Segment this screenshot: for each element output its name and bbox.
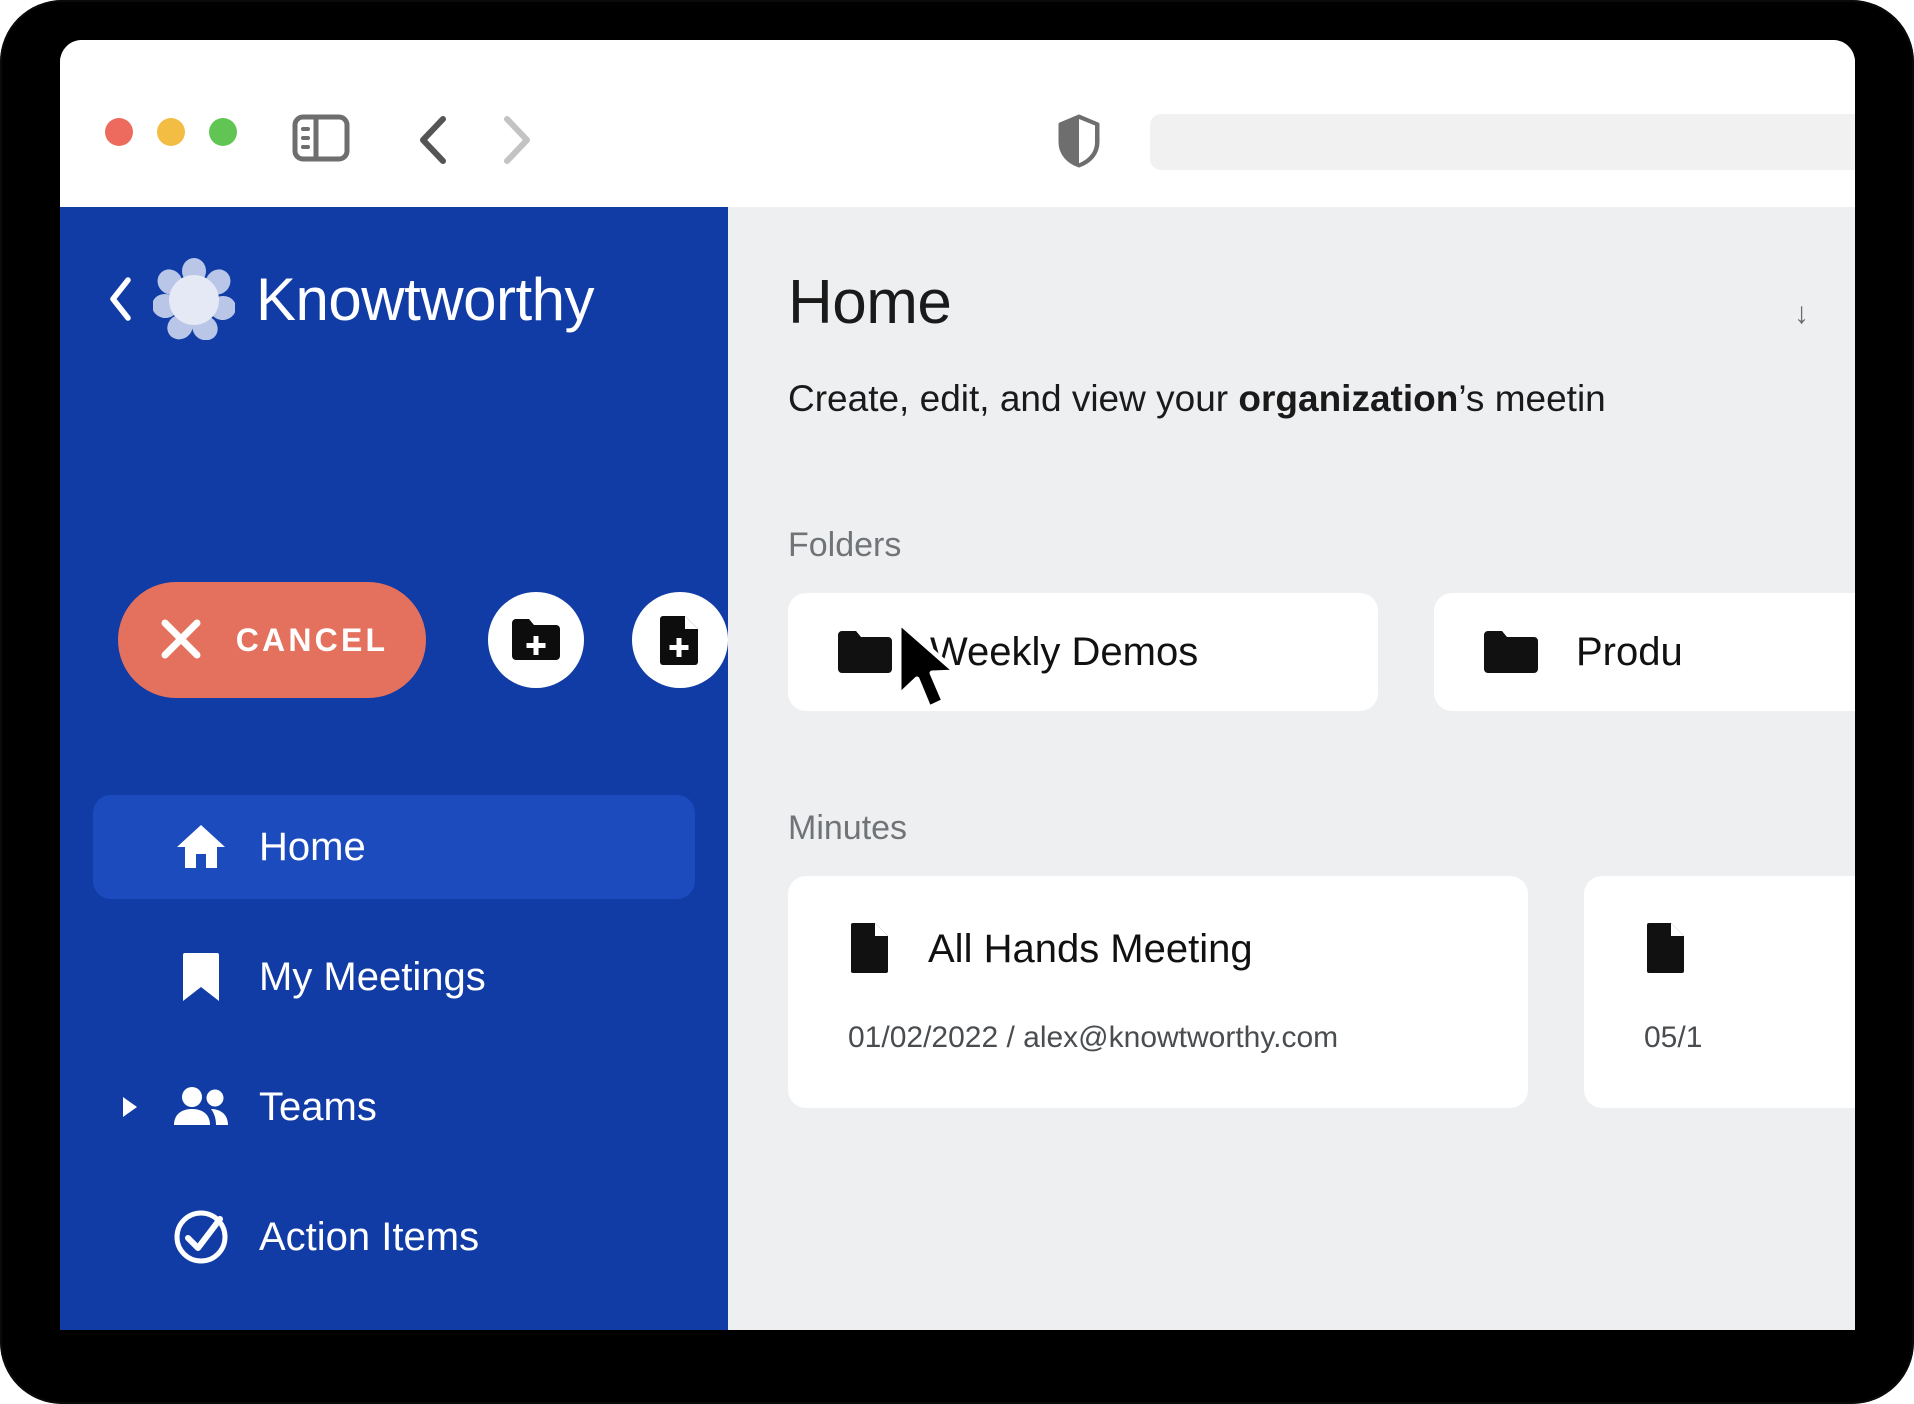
sidebar-item-home[interactable]: Home [93,795,695,899]
sidebar-nav: Home My Meetings Teams Action Items [60,795,728,1315]
cancel-button-label: CANCEL [235,621,389,658]
page-title: Home [788,268,952,337]
subtitle-post: ’s meetin [1458,378,1606,419]
sidebar-item-teams[interactable]: Teams [93,1055,695,1159]
file-icon [848,920,892,979]
browser-toolbar [60,40,1855,207]
sidebar-brand: Knowtworthy [60,257,728,341]
back-button[interactable] [405,112,461,168]
minimize-window-button[interactable] [157,118,185,146]
folder-name: Produ [1576,629,1683,674]
minutes-section-label: Minutes [788,809,908,847]
page-subtitle: Create, edit, and view your organization… [788,378,1855,420]
people-icon [171,1085,231,1129]
minute-card-header [1644,920,1855,979]
minute-title: All Hands Meeting [928,927,1253,971]
brand-name: Knowtworthy [256,265,594,333]
app-root: Knowtworthy CANCEL Home My Meetings Team… [60,207,1855,1330]
zoom-window-button[interactable] [209,118,237,146]
page-header: Home Create, edit, and view your organiz… [728,207,1855,420]
sidebar-item-label: Home [259,824,366,869]
cancel-button[interactable]: CANCEL [118,582,426,698]
sidebar-item-label: Action Items [259,1214,480,1259]
folders-row: Weekly Demos Produ [728,593,1855,711]
close-x-icon [156,614,206,667]
minutes-section: Minutes All Hands Meeting 01/02/2022 / a… [728,809,1855,1108]
device-bezel: Knowtworthy CANCEL Home My Meetings Team… [0,0,1914,1404]
minute-card-header: All Hands Meeting [848,920,1528,979]
sidebar-toggle-icon[interactable] [290,112,352,164]
minutes-row: All Hands Meeting 01/02/2022 / alex@know… [728,876,1855,1108]
window-controls [105,118,237,146]
folder-icon [1482,627,1538,678]
browser-window: Knowtworthy CANCEL Home My Meetings Team… [60,40,1855,1330]
address-bar[interactable] [1150,114,1855,170]
minute-meta: 05/1 [1644,1021,1703,1054]
sidebar-collapse-button[interactable] [94,276,148,322]
file-plus-icon [654,612,706,669]
folder-icon [836,627,892,678]
main-content: Home Create, edit, and view your organiz… [728,207,1855,1330]
close-window-button[interactable] [105,118,133,146]
sidebar-item-my-meetings[interactable]: My Meetings [93,925,695,1029]
forward-button[interactable] [488,112,544,168]
minute-card[interactable]: 05/1 [1584,876,1855,1108]
folder-name: Weekly Demos [930,629,1199,674]
folder-card[interactable]: Weekly Demos [788,593,1378,711]
sidebar-item-label: Teams [259,1084,377,1129]
folders-section: Folders Weekly Demos Produ [728,526,1855,711]
check-circle-icon [171,1209,231,1265]
home-icon [171,822,231,872]
minute-meta: 01/02/2022 / alex@knowtworthy.com [848,1021,1339,1054]
folder-card[interactable]: Produ [1434,593,1855,711]
minute-card[interactable]: All Hands Meeting 01/02/2022 / alex@know… [788,876,1528,1108]
shield-icon[interactable] [1048,112,1110,170]
app-sidebar: Knowtworthy CANCEL Home My Meetings Team… [60,207,728,1330]
folders-section-label: Folders [788,526,902,564]
subtitle-pre: Create, edit, and view your [788,378,1239,419]
bookmark-icon [171,951,231,1003]
folder-plus-icon [509,612,563,669]
file-icon [1644,920,1688,979]
knowtworthy-logo-icon [152,257,236,341]
new-file-button[interactable] [632,592,728,688]
sidebar-actions: CANCEL [60,582,728,698]
sidebar-item-label: My Meetings [259,954,486,999]
new-folder-button[interactable] [488,592,584,688]
chevron-right-icon[interactable] [119,1096,141,1118]
subtitle-bold: organization [1238,378,1459,419]
sidebar-item-action-items[interactable]: Action Items [93,1185,695,1289]
scroll-down-indicator: ↓ [1794,297,1809,330]
